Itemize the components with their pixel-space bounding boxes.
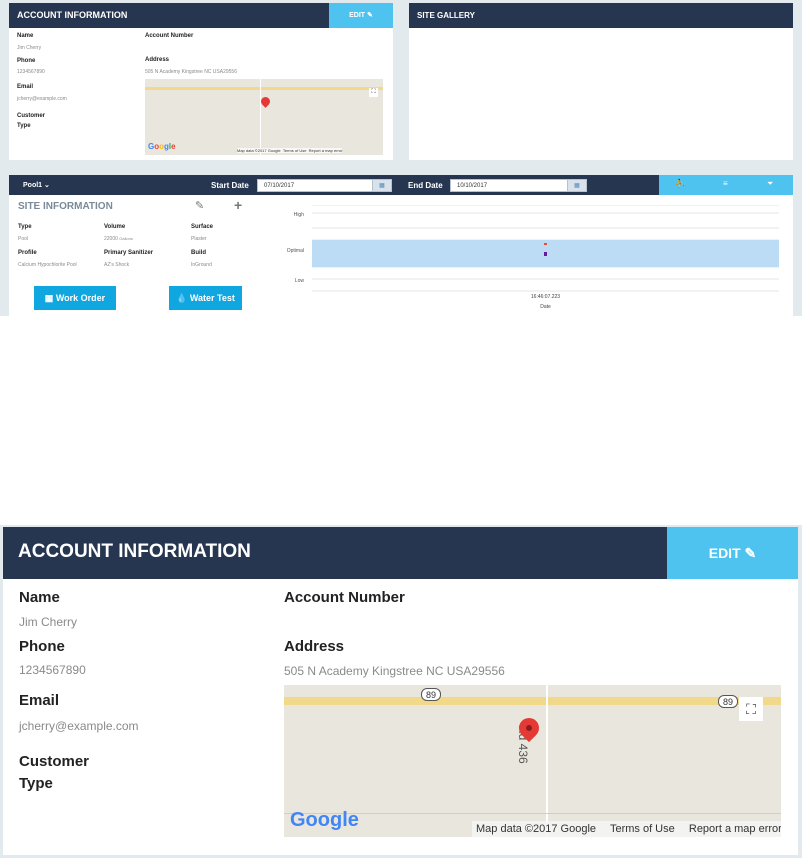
site-info-panel: SITE INFORMATION ✎ + Type Pool Volume 22…	[9, 195, 793, 316]
sanitizer-value: AZ's Shock	[104, 262, 130, 268]
map-small[interactable]: ⛶ Google Map data ©2017 Google Terms of …	[145, 79, 383, 155]
edit-site-icon[interactable]: ✎	[195, 199, 204, 212]
gallery-panel-small: SITE GALLERY	[409, 3, 793, 160]
water-chemistry-chart: High Optimal Low 16:46:07.223 Date	[287, 205, 779, 310]
water-test-button[interactable]: 💧 Water Test	[169, 286, 242, 310]
address-label: Address	[284, 638, 345, 655]
x-tick-label: 16:46:07.223	[531, 294, 560, 300]
surface-label: Surface	[191, 224, 214, 230]
google-logo: Google	[290, 809, 359, 831]
map-pin-icon-small	[259, 95, 272, 108]
data-point	[544, 243, 547, 245]
phone-label-small: Phone	[17, 58, 36, 64]
add-site-icon[interactable]: +	[234, 197, 242, 213]
type-value: Pool	[18, 236, 29, 242]
account-title: ACCOUNT INFORMATION	[18, 541, 251, 562]
edit-button[interactable]: EDIT ✎	[667, 527, 798, 579]
build-label: Build	[191, 250, 206, 256]
address-value-small: 505 N Academy Kingstree NC USA29556	[145, 69, 237, 75]
address-value: 505 N Academy Kingstree NC USA29556	[284, 664, 505, 678]
start-date-input[interactable]: 07/10/2017	[257, 179, 374, 192]
calendar-icon-end[interactable]: ▦	[567, 179, 587, 192]
map-attribution-bar: Map data ©2017 Google Terms of Use Repor…	[472, 821, 781, 837]
email-value: jcherry@example.com	[19, 719, 139, 733]
account-title-small: ACCOUNT INFORMATION	[17, 10, 128, 20]
route-badge-right: 89	[718, 695, 738, 708]
terms-link[interactable]: Terms of Use	[610, 823, 675, 835]
account-panel-zoom: ACCOUNT INFORMATION EDIT ✎ Name Jim Cher…	[3, 527, 798, 855]
list-icon[interactable]: ≡	[723, 179, 728, 188]
profile-label: Profile	[18, 250, 37, 256]
toolbar-actions: ⛹ ≡ ⏷	[659, 175, 793, 195]
type-label: Type	[18, 224, 32, 230]
profile-value: Calcium Hypochlorite Pool	[18, 262, 77, 268]
user-icon[interactable]: ⛹	[675, 179, 685, 188]
volume-value: 22000 Gallons	[104, 236, 133, 242]
filter-icon[interactable]: ⏷	[767, 179, 773, 189]
fullscreen-icon[interactable]: ⛶	[739, 697, 763, 721]
gallery-title-small: SITE GALLERY	[417, 11, 475, 20]
account-header: ACCOUNT INFORMATION EDIT ✎	[3, 527, 798, 579]
chevron-down-icon: ⌄	[44, 182, 50, 189]
water-drop-icon: 💧	[176, 293, 188, 303]
calendar-icon-start[interactable]: ▦	[372, 179, 392, 192]
start-date-label: Start Date	[211, 181, 249, 190]
pencil-icon: ✎	[367, 12, 373, 19]
name-value-small: Jim Cherry	[17, 45, 42, 51]
date-toolbar: Pool1 ⌄ Start Date 07/10/2017 ▦ End Date…	[9, 175, 793, 195]
report-map-error-link[interactable]: Report a map error	[689, 823, 781, 835]
account-number-label-small: Account Number	[145, 33, 194, 39]
surface-value: Plaster	[191, 236, 207, 242]
account-panel-small: ACCOUNT INFORMATION EDIT ✎ Name Jim Cher…	[9, 3, 393, 160]
y-tick-label: High	[294, 212, 305, 218]
email-label-small: Email	[17, 84, 34, 90]
route-badge-left: 89	[421, 688, 441, 701]
customer-type-label-1: Customer	[19, 753, 90, 770]
end-date-input[interactable]: 10/10/2017	[450, 179, 569, 192]
y-tick-label: Optimal	[287, 248, 304, 254]
google-logo-small: Google	[148, 142, 176, 151]
account-header-small: ACCOUNT INFORMATION EDIT ✎	[9, 3, 393, 28]
calendar-icon: ▦	[44, 293, 54, 303]
map-attribution-small: Map data ©2017 Google Terms of Use Repor…	[237, 148, 343, 153]
edit-button-small[interactable]: EDIT ✎	[329, 3, 393, 28]
data-point	[544, 252, 547, 256]
customer-label-small-1: Customer	[17, 113, 46, 119]
phone-label: Phone	[19, 638, 65, 655]
email-label: Email	[19, 692, 60, 709]
map-pin-dot	[526, 725, 532, 731]
name-label-small: Name	[17, 33, 34, 39]
volume-label: Volume	[104, 224, 126, 230]
gallery-header-small: SITE GALLERY	[409, 3, 793, 28]
sanitizer-label: Primary Sanitizer	[104, 250, 154, 256]
x-axis-label: Date	[540, 304, 551, 310]
build-value: InGround	[191, 262, 212, 268]
customer-label-small-2: Type	[17, 123, 31, 129]
fullscreen-icon-small[interactable]: ⛶	[369, 88, 378, 97]
location-map[interactable]: 89 89 Rd 436 ⛶ Google Map data ©2017 Goo…	[284, 685, 781, 837]
email-value-small: jcherry@example.com	[17, 96, 67, 102]
pool-select[interactable]: Pool1 ⌄	[23, 181, 50, 189]
customer-type-label-2: Type	[19, 775, 53, 792]
map-attribution: Map data ©2017 Google	[476, 823, 597, 835]
site-info-title: SITE INFORMATION	[18, 201, 113, 212]
phone-value-small: 1234567890	[17, 69, 45, 75]
phone-value: 1234567890	[19, 663, 86, 677]
name-value: Jim Cherry	[19, 615, 78, 629]
y-tick-label: Low	[295, 278, 305, 284]
work-order-button[interactable]: ▦ Work Order	[34, 286, 116, 310]
address-label-small: Address	[145, 57, 170, 63]
name-label: Name	[19, 589, 60, 606]
end-date-label: End Date	[408, 181, 443, 190]
pencil-icon: ✎	[744, 545, 757, 561]
account-number-label: Account Number	[284, 589, 405, 606]
